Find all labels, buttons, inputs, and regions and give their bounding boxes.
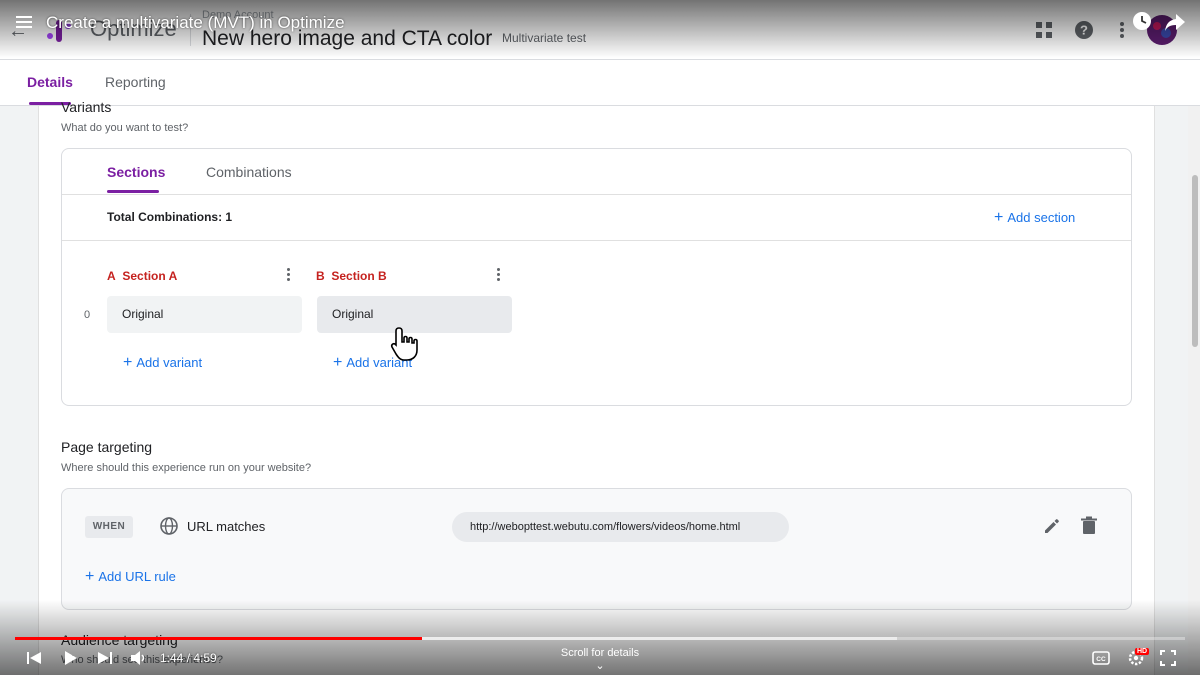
page-targeting-card: [61, 488, 1132, 610]
plus-icon: +: [994, 209, 1004, 226]
section-a-variant-original[interactable]: Original: [107, 296, 302, 333]
edit-pencil-icon[interactable]: [1042, 516, 1062, 536]
previous-icon[interactable]: [26, 650, 42, 666]
subtab-sections[interactable]: Sections: [107, 164, 165, 180]
add-variant-label: Add variant: [136, 355, 203, 370]
plus-icon: +: [123, 354, 133, 371]
url-value-chip[interactable]: http://webopttest.webutu.com/flowers/vid…: [452, 512, 789, 542]
section-a-letter: A: [107, 269, 116, 283]
section-b-letter: B: [316, 269, 325, 283]
volume-icon[interactable]: [130, 650, 146, 666]
section-b-header: B Section B: [316, 269, 387, 283]
variants-title: Variants: [61, 99, 112, 115]
globe-icon: [160, 517, 178, 535]
hand-cursor-icon: [390, 327, 418, 361]
apps-grid-icon[interactable]: [1034, 20, 1054, 40]
divider: [62, 240, 1131, 241]
fullscreen-icon[interactable]: [1160, 650, 1176, 666]
svg-text:?: ?: [1080, 23, 1088, 38]
scroll-for-details-label: Scroll for details: [560, 647, 640, 659]
subtab-combinations[interactable]: Combinations: [206, 164, 292, 180]
page-targeting-title: Page targeting: [61, 439, 153, 455]
chevron-down-icon: ⌄: [595, 660, 605, 672]
video-title[interactable]: Create a multivariate (MVT) in Optimize: [46, 13, 345, 33]
section-a-menu-icon[interactable]: [285, 268, 291, 284]
row-index: 0: [84, 309, 91, 321]
add-url-rule-button[interactable]: + Add URL rule: [85, 568, 176, 586]
experiment-type: Multivariate test: [502, 31, 587, 45]
section-b-menu-icon[interactable]: [495, 268, 501, 284]
section-b-name: Section B: [331, 269, 387, 283]
tab-reporting[interactable]: Reporting: [105, 74, 166, 90]
svg-text:CC: CC: [1096, 656, 1106, 663]
tab-details[interactable]: Details: [27, 74, 73, 90]
hd-badge: HD: [1135, 648, 1150, 655]
when-chip: WHEN: [85, 516, 133, 538]
section-a-header: A Section A: [107, 269, 177, 283]
video-menu-icon[interactable]: [16, 16, 32, 30]
scroll-for-details[interactable]: Scroll for details ⌄: [540, 647, 660, 672]
scrollbar-thumb[interactable]: [1192, 175, 1198, 347]
share-arrow-icon[interactable]: [1164, 12, 1186, 32]
add-section-label: Add section: [1007, 210, 1076, 225]
captions-icon[interactable]: CC: [1092, 650, 1110, 666]
plus-icon: +: [333, 354, 343, 371]
section-a-add-variant-button[interactable]: + Add variant: [123, 354, 202, 372]
variants-subtitle: What do you want to test?: [61, 122, 189, 134]
add-url-rule-label: Add URL rule: [98, 569, 176, 584]
play-icon[interactable]: [62, 650, 78, 666]
video-time: 1:44 / 4:59: [160, 651, 217, 665]
total-combinations: Total Combinations: 1: [107, 210, 233, 224]
divider: [62, 194, 1131, 195]
tabs-bar: Details Reporting: [0, 60, 1200, 106]
more-vert-icon[interactable]: [1112, 20, 1132, 40]
audience-targeting-title: Audience targeting: [61, 632, 178, 648]
page-targeting-subtitle: Where should this experience run on your…: [61, 462, 312, 474]
plus-icon: +: [85, 568, 95, 585]
next-icon[interactable]: [97, 650, 113, 666]
add-section-button[interactable]: + Add section: [994, 209, 1075, 227]
watch-later-clock-icon[interactable]: [1132, 11, 1152, 31]
delete-trash-icon[interactable]: [1080, 516, 1098, 536]
section-a-name: Section A: [122, 269, 178, 283]
help-icon[interactable]: ?: [1074, 20, 1094, 40]
video-progress-played[interactable]: [15, 637, 423, 640]
url-condition[interactable]: URL matches: [187, 519, 265, 534]
variants-card: [61, 148, 1132, 406]
subtab-indicator: [107, 190, 159, 193]
